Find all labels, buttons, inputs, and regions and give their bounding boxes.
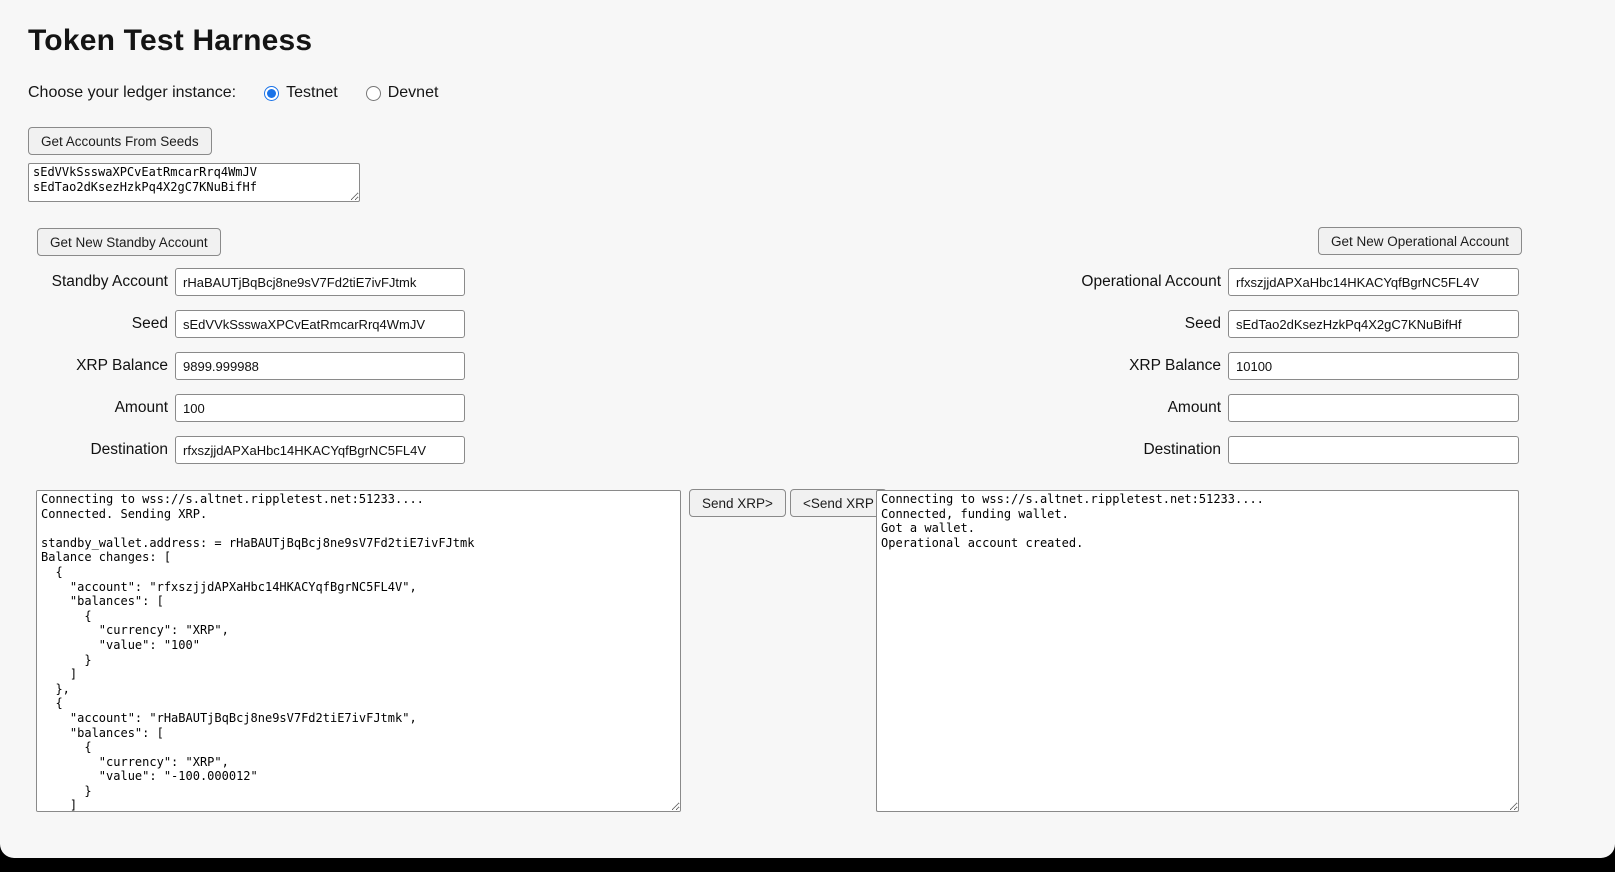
get-accounts-from-seeds-button[interactable]: Get Accounts From Seeds: [28, 127, 212, 155]
page-title: Token Test Harness: [28, 24, 312, 58]
send-xrp-left-button[interactable]: <Send XRP: [790, 489, 887, 517]
seeds-textarea[interactable]: sEdVVkSsswaXPCvEatRmcarRrq4WmJV sEdTao2d…: [28, 163, 360, 202]
standby-destination-row: Destination: [28, 436, 465, 464]
operational-seed-row: Seed: [1031, 310, 1519, 338]
standby-seed-row: Seed: [28, 310, 465, 338]
operational-amount-field[interactable]: [1228, 394, 1519, 422]
send-xrp-right-button[interactable]: Send XRP>: [689, 489, 786, 517]
radio-group-devnet: Devnet: [366, 84, 439, 102]
radio-testnet-label: Testnet: [286, 84, 338, 102]
standby-account-label: Standby Account: [28, 273, 175, 291]
standby-results-textarea[interactable]: Connecting to wss://s.altnet.rippletest.…: [36, 490, 681, 812]
operational-results-textarea[interactable]: Connecting to wss://s.altnet.rippletest.…: [876, 490, 1519, 812]
standby-amount-field[interactable]: [175, 394, 465, 422]
operational-form: Operational Account Seed XRP Balance Amo…: [1031, 268, 1519, 478]
standby-account-field[interactable]: [175, 268, 465, 296]
standby-amount-label: Amount: [28, 399, 175, 417]
ledger-instance-chooser: Choose your ledger instance: Testnet Dev…: [28, 84, 438, 102]
operational-destination-field[interactable]: [1228, 436, 1519, 464]
radio-devnet[interactable]: [366, 86, 381, 101]
standby-seed-label: Seed: [28, 315, 175, 333]
standby-xrp-balance-label: XRP Balance: [28, 357, 175, 375]
operational-account-label: Operational Account: [1031, 273, 1228, 291]
operational-seed-label: Seed: [1031, 315, 1228, 333]
standby-destination-label: Destination: [28, 441, 175, 459]
radio-group-testnet: Testnet: [264, 84, 338, 102]
standby-seed-field[interactable]: [175, 310, 465, 338]
standby-xrp-balance-field[interactable]: [175, 352, 465, 380]
operational-account-field[interactable]: [1228, 268, 1519, 296]
operational-xrp-balance-row: XRP Balance: [1031, 352, 1519, 380]
get-new-operational-account-button[interactable]: Get New Operational Account: [1318, 227, 1522, 255]
operational-seed-field[interactable]: [1228, 310, 1519, 338]
operational-xrp-balance-label: XRP Balance: [1031, 357, 1228, 375]
standby-amount-row: Amount: [28, 394, 465, 422]
operational-destination-label: Destination: [1031, 441, 1228, 459]
operational-account-row: Operational Account: [1031, 268, 1519, 296]
standby-form: Standby Account Seed XRP Balance Amount …: [28, 268, 465, 478]
operational-xrp-balance-field[interactable]: [1228, 352, 1519, 380]
standby-account-row: Standby Account: [28, 268, 465, 296]
ledger-instance-label: Choose your ledger instance:: [28, 84, 236, 102]
standby-destination-field[interactable]: [175, 436, 465, 464]
operational-destination-row: Destination: [1031, 436, 1519, 464]
operational-amount-label: Amount: [1031, 399, 1228, 417]
standby-xrp-balance-row: XRP Balance: [28, 352, 465, 380]
radio-testnet[interactable]: [264, 86, 279, 101]
token-test-harness-window: Token Test Harness Choose your ledger in…: [0, 0, 1615, 858]
operational-amount-row: Amount: [1031, 394, 1519, 422]
radio-devnet-label: Devnet: [388, 84, 439, 102]
get-new-standby-account-button[interactable]: Get New Standby Account: [37, 228, 221, 256]
